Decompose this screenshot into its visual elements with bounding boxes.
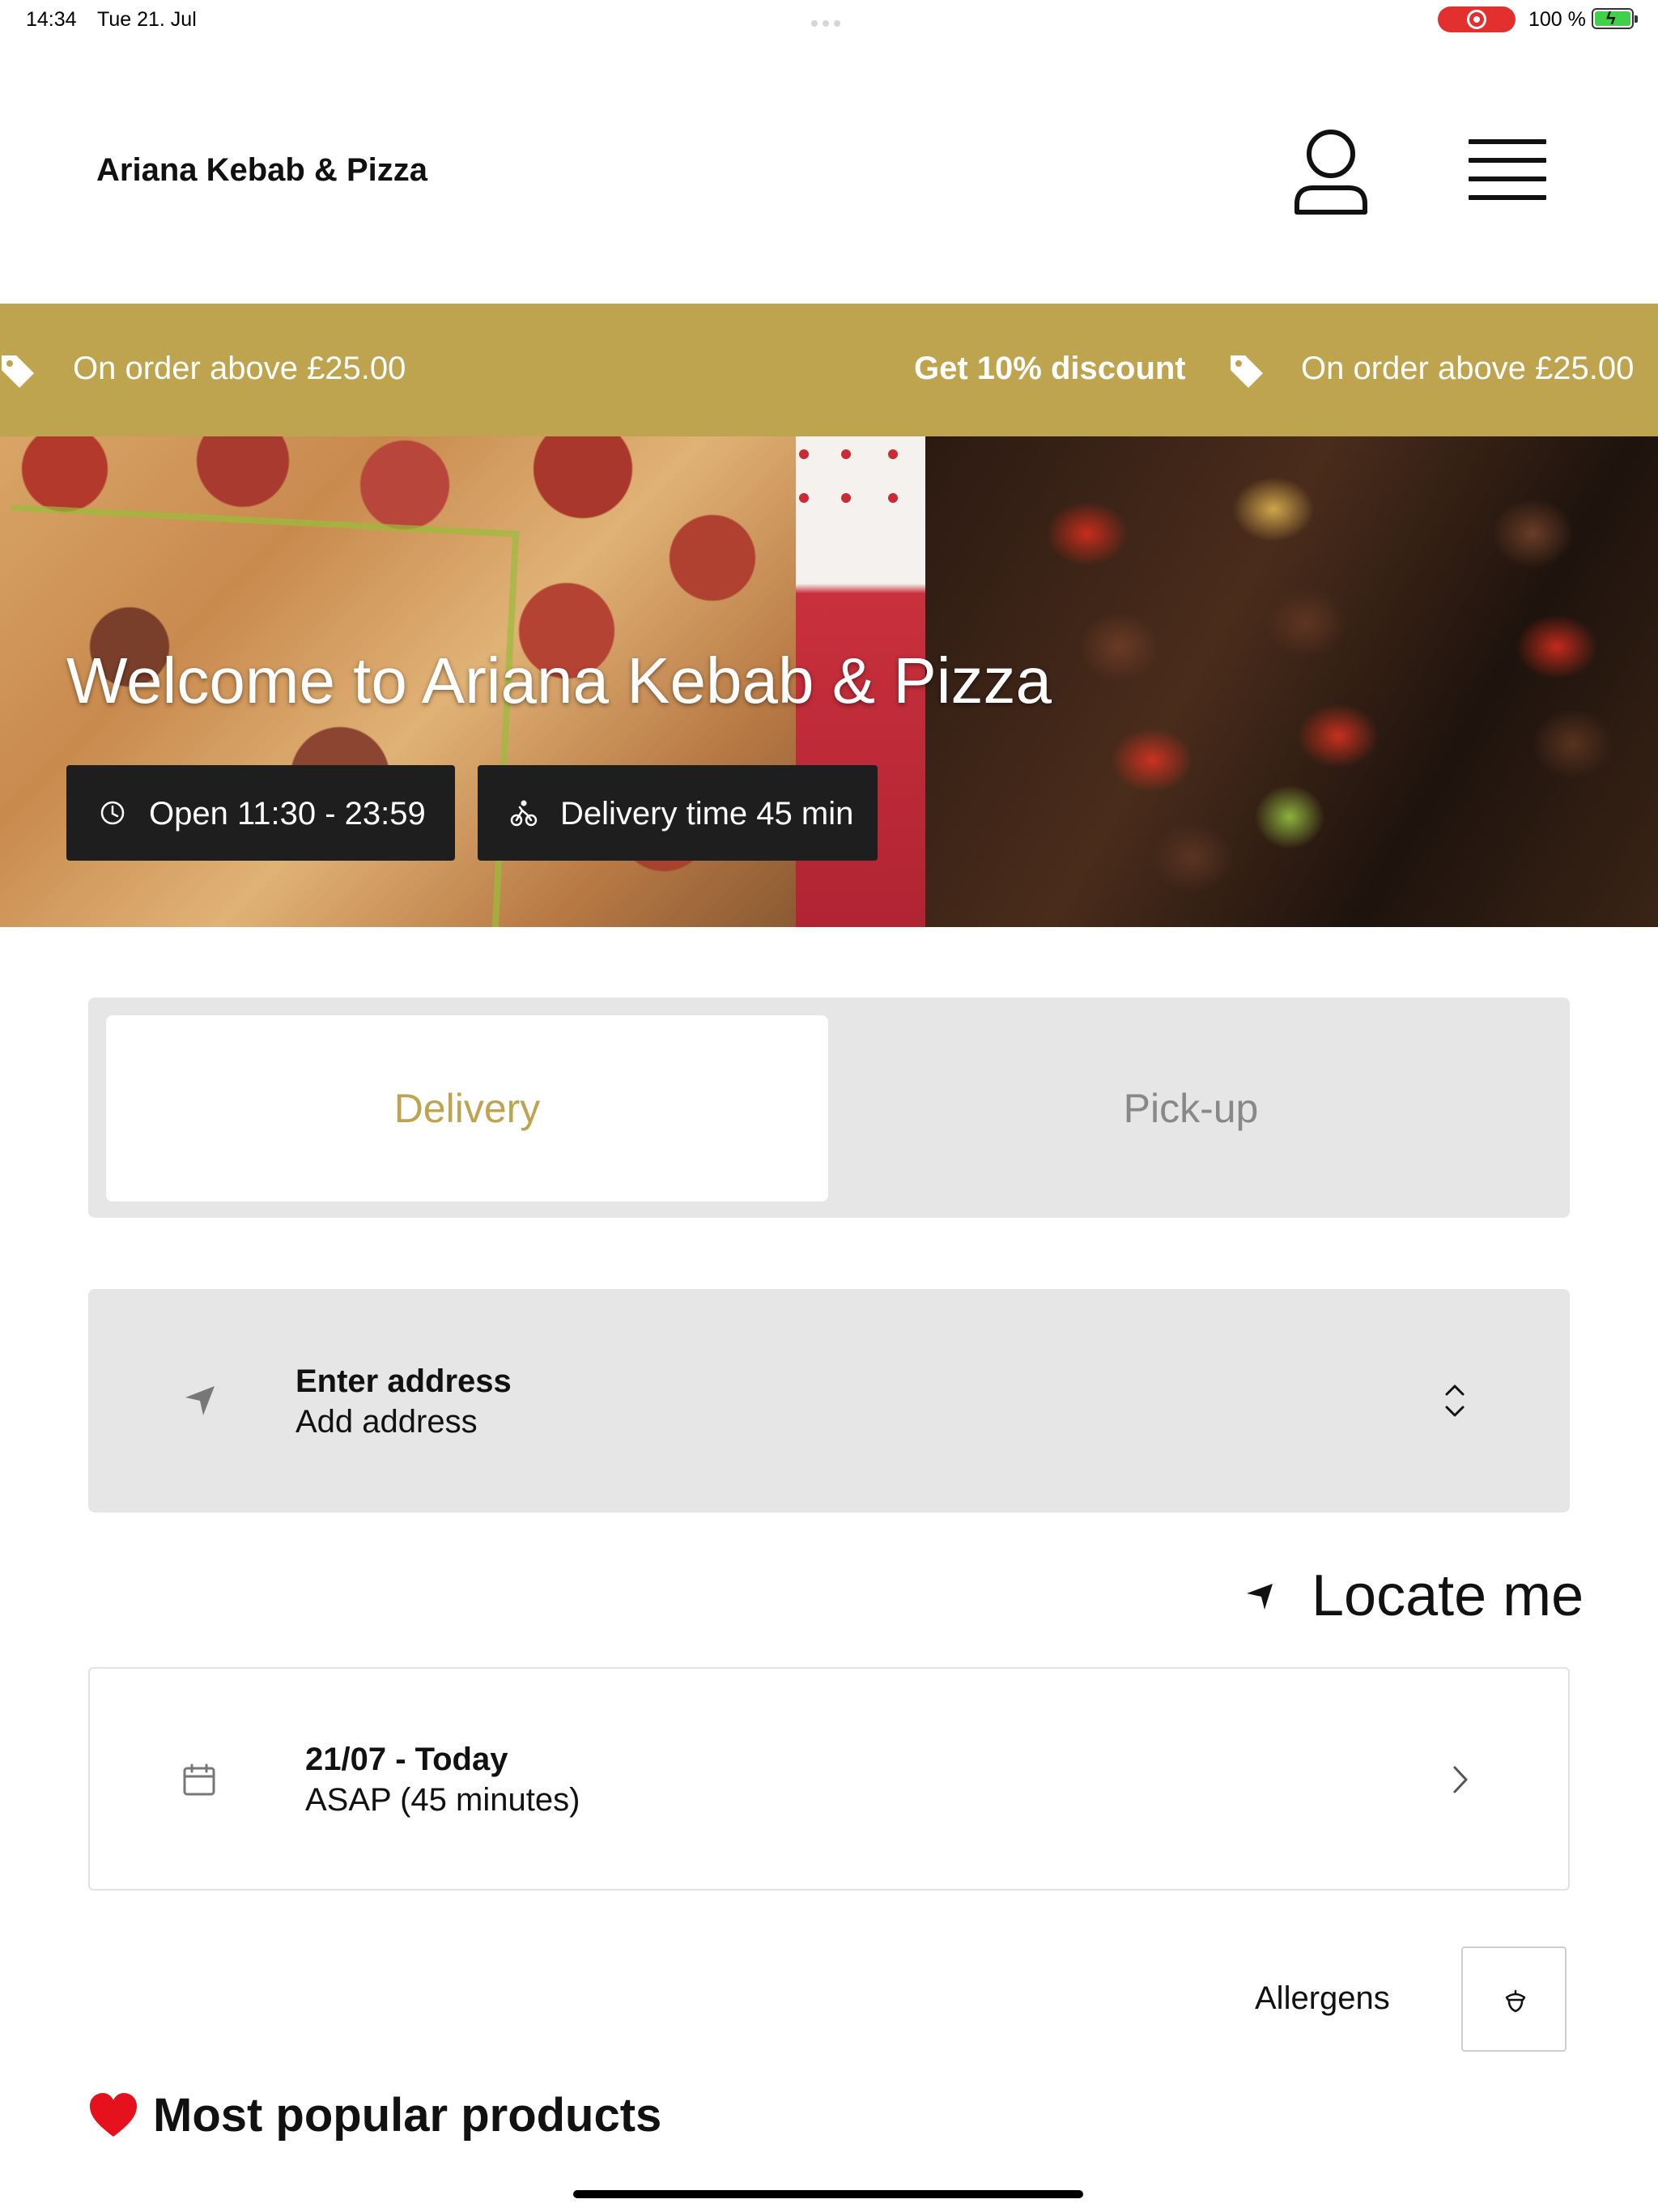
status-time: 14:34	[26, 8, 77, 31]
brand-title[interactable]: Ariana Kebab & Pizza	[96, 152, 427, 189]
user-account-button[interactable]	[1292, 126, 1370, 217]
promo-text: On order above £25.00	[1301, 351, 1635, 386]
promo-discount-text: Get 10% discount	[914, 351, 1186, 386]
hamburger-menu-icon	[1469, 139, 1546, 144]
price-tag-icon	[1231, 355, 1263, 388]
opening-hours-badge: Open 11:30 - 23:59	[66, 765, 455, 861]
delivery-time-badge: Delivery time 45 min	[478, 765, 878, 861]
allergens-label: Allergens	[1255, 1980, 1390, 2016]
address-title: Enter address	[295, 1363, 512, 1399]
address-selector[interactable]: Enter address Add address	[88, 1289, 1570, 1512]
status-bar: 14:34 Tue 21. Jul 100 % ϟ	[0, 0, 1658, 40]
price-tag-icon	[2, 355, 34, 388]
user-icon	[1295, 130, 1367, 215]
hero-title: Welcome to Ariana Kebab & Pizza	[66, 644, 1052, 717]
schedule-time: ASAP (45 minutes)	[305, 1782, 580, 1818]
locate-me-button[interactable]: Locate me	[1244, 1555, 1584, 1636]
delivery-bike-icon	[510, 800, 538, 827]
battery-percentage: 100 %	[1528, 8, 1586, 31]
allergens-button[interactable]	[1461, 1946, 1567, 2052]
schedule-date: 21/07 - Today	[305, 1742, 508, 1777]
battery-icon: ϟ	[1592, 8, 1638, 29]
order-mode-toggle: Delivery Pick-up	[88, 998, 1570, 1218]
location-arrow-icon	[185, 1386, 215, 1415]
main-menu-button[interactable]	[1464, 134, 1553, 207]
location-arrow-icon	[1247, 1584, 1273, 1610]
delivery-tab[interactable]: Delivery	[106, 1015, 828, 1202]
home-indicator[interactable]	[573, 2190, 1083, 2198]
up-down-chevron-icon	[1445, 1385, 1465, 1417]
promo-banner: On order above £25.00 Get 10% discount O…	[0, 304, 1658, 436]
delivery-time-text: Delivery time 45 min	[560, 796, 854, 832]
pickup-tab[interactable]: Pick-up	[830, 1015, 1552, 1202]
heart-icon	[90, 2093, 137, 2137]
promo-text: On order above £25.00	[73, 351, 406, 386]
clock-icon	[100, 801, 125, 825]
chevron-right-icon	[1453, 1766, 1468, 1793]
locate-me-label: Locate me	[1312, 1563, 1584, 1628]
hero-banner: Welcome to Ariana Kebab & Pizza Open 11:…	[0, 436, 1658, 927]
status-date: Tue 21. Jul	[97, 8, 197, 31]
multitasking-dots-icon[interactable]	[811, 16, 847, 27]
opening-hours-text: Open 11:30 - 23:59	[149, 796, 426, 832]
delivery-time-selector[interactable]: 21/07 - Today ASAP (45 minutes)	[88, 1667, 1570, 1891]
popular-title: Most popular products	[153, 2089, 662, 2142]
screen-recording-icon	[1438, 6, 1516, 32]
address-subtitle: Add address	[295, 1404, 478, 1440]
calendar-icon	[183, 1763, 215, 1796]
acorn-icon	[1505, 1989, 1526, 2013]
